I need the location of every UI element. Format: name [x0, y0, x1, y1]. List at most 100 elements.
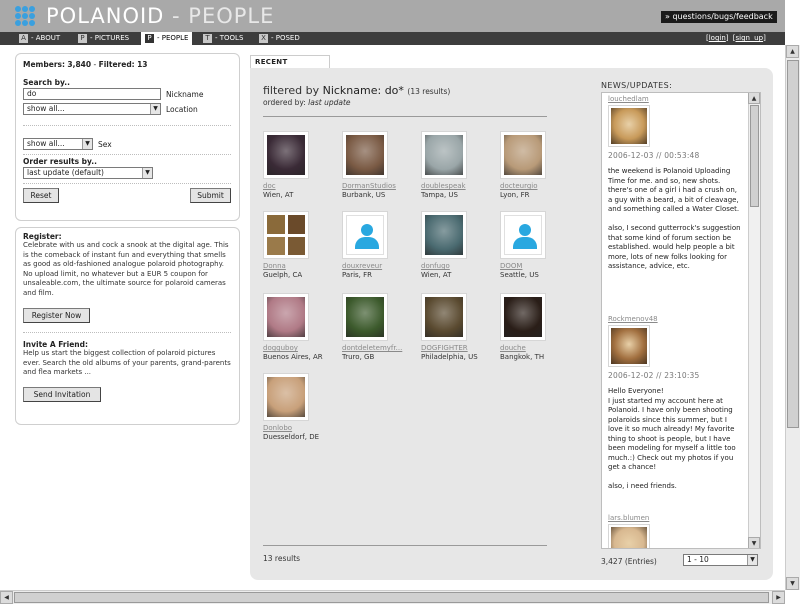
profile-photo[interactable] [342, 293, 388, 341]
site-logo[interactable]: POLANOID - PEOPLE [46, 4, 274, 28]
profile-card[interactable]: DormanStudios Burbank, US [342, 131, 422, 201]
profile-username-link[interactable]: doc [263, 182, 341, 190]
profile-photo[interactable] [263, 131, 309, 179]
profile-photo[interactable] [421, 293, 467, 341]
news-scrollbar[interactable]: ▲ ▼ [748, 93, 760, 548]
nav-about[interactable]: A- ABOUT [19, 32, 60, 45]
scroll-up-icon[interactable]: ▲ [748, 93, 760, 104]
profile-photo[interactable] [342, 211, 388, 259]
profile-photo[interactable] [342, 131, 388, 179]
profile-card[interactable]: Donna Guelph, CA [263, 211, 343, 281]
profile-photo[interactable] [500, 211, 546, 259]
page-select[interactable]: 1 - 10 ▼ [683, 554, 758, 566]
profile-photo[interactable] [263, 211, 309, 259]
profile-username-link[interactable]: docteurgio [500, 182, 578, 190]
default-avatar-icon [504, 215, 542, 255]
profile-card[interactable]: Donlobo Duesseldorf, DE [263, 373, 343, 443]
logo-dots-icon [15, 6, 35, 26]
chevron-down-icon: ▼ [142, 168, 152, 178]
profile-location: Burbank, US [342, 191, 386, 199]
nav-people[interactable]: P- PEOPLE [141, 32, 193, 45]
news-item: lars.blumen [608, 514, 743, 548]
auth-links: [login] [sign up] [706, 34, 766, 42]
profile-photo[interactable] [500, 293, 546, 341]
profile-card[interactable]: douxreveur Paris, FR [342, 211, 422, 281]
profile-location: Seattle, US [500, 271, 539, 279]
profile-card[interactable]: docteurgio Lyon, FR [500, 131, 580, 201]
profile-location: Tampa, US [421, 191, 458, 199]
divider [23, 125, 231, 126]
profile-card[interactable]: dogguboy Buenos Aires, AR [263, 293, 343, 363]
profile-username-link[interactable]: doublespeak [421, 182, 499, 190]
profile-username-link[interactable]: douxreveur [342, 262, 420, 270]
members-stats: Members: 3,840 - Filtered: 13 [23, 60, 148, 69]
profile-username-link[interactable]: DormanStudios [342, 182, 420, 190]
nav-pictures[interactable]: P- PICTURES [78, 32, 129, 45]
page-hscroll-thumb[interactable] [14, 592, 769, 603]
register-now-button[interactable]: Register Now [23, 308, 90, 323]
news-date: 2006-12-03 // 00:53:48 [608, 151, 700, 160]
profile-card[interactable]: doc Wien, AT [263, 131, 343, 201]
profile-photo[interactable] [500, 131, 546, 179]
news-feed: louchedlam 2006-12-03 // 00:53:48 the we… [601, 92, 761, 549]
scroll-down-icon[interactable]: ▼ [748, 537, 760, 548]
send-invitation-button[interactable]: Send Invitation [23, 387, 101, 402]
profile-card[interactable]: DOOM Seattle, US [500, 211, 580, 281]
page-vertical-scrollbar[interactable]: ▲ ▼ [785, 45, 800, 590]
register-text: Celebrate with us and cock a snook at th… [23, 241, 229, 297]
profile-card[interactable]: douche Bangkok, TH [500, 293, 580, 363]
profile-card[interactable]: donfugo Wien, AT [421, 211, 501, 281]
register-title: Register: [23, 232, 62, 241]
profile-photo[interactable] [263, 293, 309, 341]
feedback-link[interactable]: » questions/bugs/feedback [661, 11, 777, 23]
profile-location: Wien, AT [421, 271, 452, 279]
profile-username-link[interactable]: DOGFIGHTER [421, 344, 499, 352]
profile-card[interactable]: doublespeak Tampa, US [421, 131, 501, 201]
profile-photo[interactable] [263, 373, 309, 421]
scroll-left-icon[interactable]: ◀ [0, 591, 13, 604]
profile-location: Philadelphia, US [421, 353, 478, 361]
news-date: 2006-12-02 // 23:10:35 [608, 371, 700, 380]
nav-tools[interactable]: T- TOOLS [203, 32, 243, 45]
page-horizontal-scrollbar[interactable]: ◀ ▶ [0, 590, 785, 604]
signup-link[interactable]: sign up [735, 34, 763, 42]
news-user-link[interactable]: Rockmenov48 [608, 315, 743, 323]
filter-heading: filtered by Nickname: do* (13 results) [263, 84, 451, 97]
news-thumbnail[interactable] [608, 325, 650, 367]
nickname-input[interactable]: do [23, 88, 161, 100]
sex-label: Sex [98, 140, 112, 149]
divider [23, 154, 231, 155]
scroll-up-icon[interactable]: ▲ [786, 45, 799, 58]
news-thumbnail[interactable] [608, 105, 650, 147]
profile-username-link[interactable]: dogguboy [263, 344, 341, 352]
profile-photo[interactable] [421, 211, 467, 259]
submit-button[interactable]: Submit [190, 188, 231, 203]
tab-recent-profiles[interactable]: RECENT PROFILES [250, 55, 330, 79]
news-user-link[interactable]: lars.blumen [608, 514, 743, 522]
profile-username-link[interactable]: Donna [263, 262, 341, 270]
profile-username-link[interactable]: Donlobo [263, 424, 341, 432]
profile-location: Duesseldorf, DE [263, 433, 320, 441]
reset-button[interactable]: Reset [23, 188, 59, 203]
profile-username-link[interactable]: DOOM [500, 262, 578, 270]
main-nav: A- ABOUT P- PICTURES P- PEOPLE T- TOOLS … [0, 32, 785, 45]
page-scroll-thumb[interactable] [787, 60, 799, 428]
order-select[interactable]: last update (default) ▼ [23, 167, 153, 179]
scroll-right-icon[interactable]: ▶ [772, 591, 785, 604]
profile-card[interactable]: dontdeletemyfr... Truro, GB [342, 293, 422, 363]
news-thumbnail[interactable] [608, 524, 650, 548]
profile-username-link[interactable]: douche [500, 344, 578, 352]
profile-location: Lyon, FR [500, 191, 530, 199]
scroll-down-icon[interactable]: ▼ [786, 577, 799, 590]
nav-posed[interactable]: X- POSED [259, 32, 300, 45]
profile-username-link[interactable]: donfugo [421, 262, 499, 270]
news-scroll-thumb[interactable] [750, 105, 759, 207]
news-item: louchedlam 2006-12-03 // 00:53:48 the we… [608, 95, 743, 272]
profile-photo[interactable] [421, 131, 467, 179]
login-link[interactable]: login [709, 34, 726, 42]
sex-select[interactable]: show all... ▼ [23, 138, 93, 150]
profile-card[interactable]: DOGFIGHTER Philadelphia, US [421, 293, 501, 363]
news-user-link[interactable]: louchedlam [608, 95, 743, 103]
location-select[interactable]: show all... ▼ [23, 103, 161, 115]
profile-username-link[interactable]: dontdeletemyfr... [342, 344, 420, 352]
